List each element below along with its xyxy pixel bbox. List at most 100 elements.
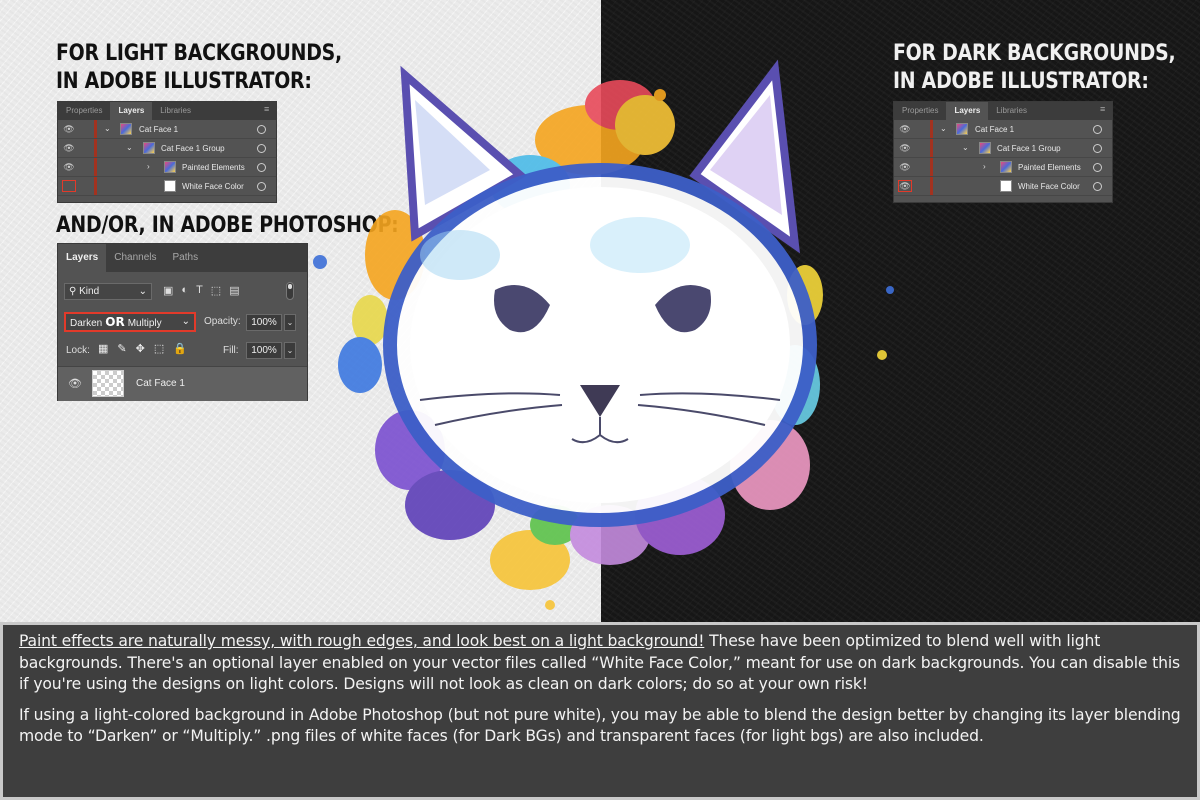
layer-color-bar	[930, 177, 933, 195]
layer-row[interactable]: White Face Color	[58, 177, 276, 196]
tab-libraries[interactable]: Libraries	[152, 102, 199, 120]
target-circle-icon[interactable]	[1093, 125, 1102, 134]
layer-name: White Face Color	[1018, 182, 1080, 191]
chevron-down-icon[interactable]: ⌄	[104, 124, 111, 133]
fill-input[interactable]: 100%	[246, 342, 282, 359]
filter-toggle-switch[interactable]	[286, 282, 294, 300]
target-circle-icon[interactable]	[257, 144, 266, 153]
info-box: Paint effects are naturally messy, with …	[0, 622, 1200, 800]
lock-all-icon[interactable]: 🔒	[173, 342, 187, 355]
layer-thumbnail	[1000, 180, 1012, 192]
layer-thumbnail	[143, 142, 155, 154]
panel-menu-icon[interactable]: ≡	[264, 105, 272, 114]
layer-color-bar	[930, 158, 933, 176]
layer-row[interactable]: 👁 ⌄ Cat Face 1	[894, 120, 1112, 139]
tab-layers[interactable]: Layers	[946, 102, 989, 120]
lock-transparent-pixels-icon[interactable]: ▦	[98, 342, 108, 355]
layer-row[interactable]: 👁 Cat Face 1	[58, 366, 307, 401]
blend-mode-select[interactable]: Darken OR Multiply ⌄	[64, 312, 196, 332]
target-circle-icon[interactable]	[257, 163, 266, 172]
tab-properties[interactable]: Properties	[58, 102, 110, 120]
layer-color-bar	[94, 120, 97, 138]
lock-label: Lock:	[66, 345, 90, 356]
visibility-eye-icon[interactable]: 👁	[62, 142, 76, 154]
panel-tabs: Properties Layers Libraries ≡	[58, 102, 276, 120]
layer-thumbnail	[979, 142, 991, 154]
filter-kind-select[interactable]: ⚲ Kind ⌄	[64, 283, 152, 300]
layer-thumbnail	[92, 370, 124, 397]
panel-tabs: Layers Channels Paths	[58, 244, 307, 272]
chevron-down-icon[interactable]: ⌄	[126, 143, 133, 152]
layer-color-bar	[930, 120, 933, 138]
layer-thumbnail	[956, 123, 968, 135]
chevron-right-icon[interactable]: ›	[147, 162, 150, 171]
blend-mode-darken: Darken	[70, 318, 103, 329]
layer-color-bar	[94, 158, 97, 176]
visibility-eye-icon[interactable]: 👁	[62, 161, 76, 173]
fill-label: Fill:	[223, 345, 239, 356]
search-icon: ⚲	[69, 286, 77, 297]
fill-dropdown-icon[interactable]: ⌄	[284, 342, 296, 359]
visibility-eye-icon[interactable]: 👁	[62, 123, 76, 135]
opacity-dropdown-icon[interactable]: ⌄	[284, 314, 296, 331]
heading-line: FOR DARK BACKGROUNDS,	[893, 41, 1176, 66]
info-paragraph-2: If using a light-colored background in A…	[19, 705, 1181, 746]
target-circle-icon[interactable]	[257, 182, 266, 191]
panel-menu-icon[interactable]: ≡	[1100, 105, 1108, 114]
layer-row[interactable]: 👁 ⌄ Cat Face 1 Group	[58, 139, 276, 158]
layer-row[interactable]: 👁 › Painted Elements	[894, 158, 1112, 177]
chevron-down-icon[interactable]: ⌄	[962, 143, 969, 152]
layer-name: Cat Face 1 Group	[997, 144, 1061, 153]
layer-row[interactable]: 👁 ⌄ Cat Face 1 Group	[894, 139, 1112, 158]
info-paragraph-1: Paint effects are naturally messy, with …	[19, 631, 1181, 696]
visibility-toggle-hidden[interactable]	[62, 180, 76, 192]
layer-name: Cat Face 1	[975, 125, 1015, 134]
watercolor-cat-face-illustration	[313, 59, 894, 610]
layer-name: Painted Elements	[182, 163, 245, 172]
tab-channels[interactable]: Channels	[106, 244, 164, 272]
chevron-down-icon: ⌄	[138, 286, 147, 297]
layer-thumbnail	[164, 161, 176, 173]
opacity-input[interactable]: 100%	[246, 314, 282, 331]
info-underlined-text: Paint effects are naturally messy, with …	[19, 632, 705, 650]
filter-icons: ▣ ◐ T ⬚ ▤	[163, 284, 240, 297]
illustrator-layers-panel-dark: Properties Layers Libraries ≡ 👁 ⌄ Cat Fa…	[893, 101, 1113, 203]
tab-layers[interactable]: Layers	[58, 244, 107, 272]
chevron-right-icon[interactable]: ›	[983, 162, 986, 171]
prevent-autonest-icon[interactable]: ⬚	[154, 342, 164, 355]
layer-thumbnail	[1000, 161, 1012, 173]
lock-icons: ▦ ✎ ✥ ⬚ 🔒	[98, 342, 187, 355]
target-circle-icon[interactable]	[1093, 182, 1102, 191]
blend-or-label: OR	[105, 315, 125, 329]
layer-name: Painted Elements	[1018, 163, 1081, 172]
smart-object-filter-icon[interactable]: ▤	[229, 284, 239, 297]
target-circle-icon[interactable]	[1093, 144, 1102, 153]
layer-color-bar	[930, 139, 933, 157]
dark-backgrounds-heading: FOR DARK BACKGROUNDS, IN ADOBE ILLUSTRAT…	[893, 40, 1176, 96]
layer-row[interactable]: 👁 › Painted Elements	[58, 158, 276, 177]
layer-name: White Face Color	[182, 182, 244, 191]
pixel-layer-filter-icon[interactable]: ▣	[163, 284, 173, 297]
layer-row[interactable]: 👁 ⌄ Cat Face 1	[58, 120, 276, 139]
heading-line: IN ADOBE ILLUSTRATOR:	[893, 69, 1149, 94]
target-circle-icon[interactable]	[257, 125, 266, 134]
chevron-down-icon[interactable]: ⌄	[940, 124, 947, 133]
tab-libraries[interactable]: Libraries	[988, 102, 1035, 120]
layer-color-bar	[94, 177, 97, 195]
tab-paths[interactable]: Paths	[165, 244, 207, 272]
layer-row[interactable]: 👁 White Face Color	[894, 177, 1112, 196]
chevron-down-icon: ⌄	[181, 316, 190, 327]
layer-thumbnail	[120, 123, 132, 135]
tab-layers[interactable]: Layers	[110, 102, 153, 120]
shape-layer-filter-icon[interactable]: ⬚	[211, 284, 221, 297]
layer-name: Cat Face 1	[139, 125, 179, 134]
visibility-eye-icon[interactable]: 👁	[68, 377, 82, 390]
adjustment-layer-filter-icon[interactable]: ◐	[181, 284, 188, 297]
layer-thumbnail	[164, 180, 176, 192]
blend-mode-multiply: Multiply	[127, 318, 162, 329]
target-circle-icon[interactable]	[1093, 163, 1102, 172]
lock-image-pixels-icon[interactable]: ✎	[117, 342, 126, 355]
panel-tabs: Properties Layers Libraries ≡	[894, 102, 1112, 120]
type-layer-filter-icon[interactable]: T	[196, 284, 203, 297]
lock-position-icon[interactable]: ✥	[136, 342, 145, 355]
